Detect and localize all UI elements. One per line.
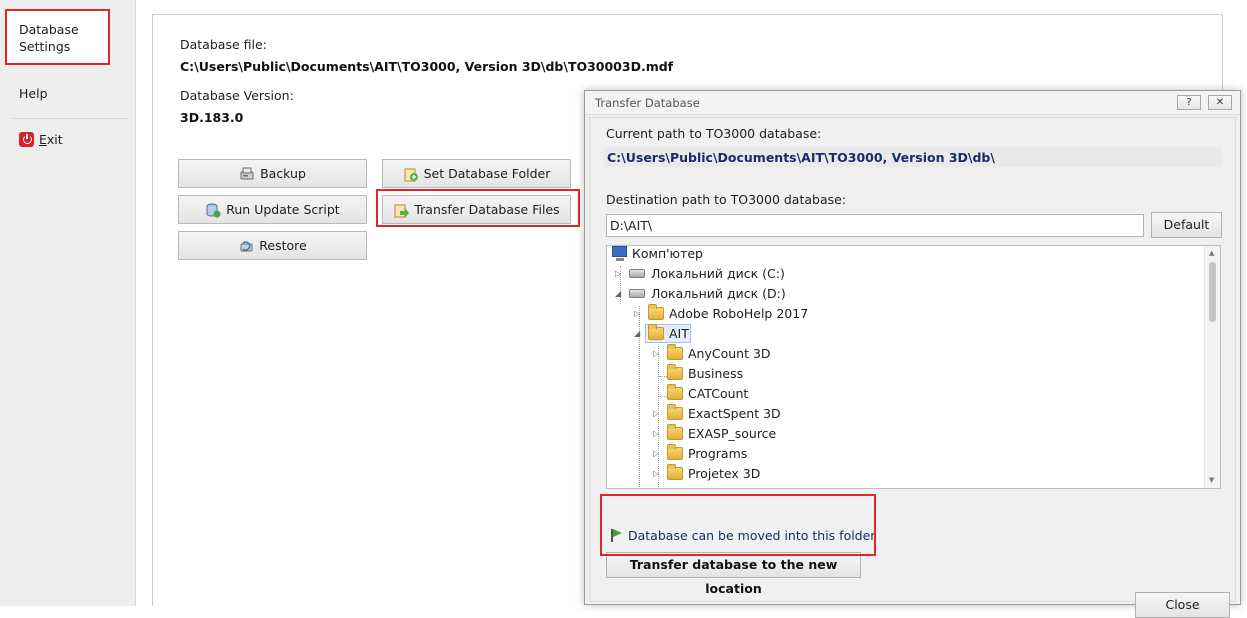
tree-node-label: AnyCount 3D [688,346,771,361]
expand-arrow-icon: ▷ [653,449,660,458]
folder-icon [667,444,683,460]
expand-arrow-icon: ▷ [615,269,622,278]
db-file-value: C:\Users\Public\Documents\AIT\TO3000, Ve… [180,59,674,74]
folder-settings-icon [403,166,419,182]
restore-button[interactable]: Restore [178,231,367,260]
tree-node-label: Комп'ютер [632,246,703,261]
drive-icon [629,269,645,278]
backup-button[interactable]: Backup [178,159,367,188]
restore-icon [238,238,254,254]
folder-icon [667,464,683,480]
tree-node-label: Projetex 3D [688,466,761,481]
default-button[interactable]: Default [1151,212,1222,238]
tree-scrollbar[interactable]: ▲ ▼ [1204,246,1220,488]
sidebar-divider [12,118,128,119]
expand-arrow-icon: ▷ [653,429,660,438]
run-update-script-label: Run Update Script [226,202,340,217]
expand-arrow-icon: ▷ [653,349,660,358]
collapse-arrow-icon: ◢ [615,289,622,298]
highlight-transfer-section [600,494,876,556]
current-path-value: C:\Users\Public\Documents\AIT\TO3000, Ve… [604,147,1222,167]
folder-icon [648,324,664,340]
db-file-label: Database file: [180,37,267,52]
run-update-script-button[interactable]: Run Update Script [178,195,367,224]
folder-icon [667,344,683,360]
scroll-thumb[interactable] [1209,262,1216,322]
sidebar-item-label: Help [19,86,48,101]
folder-tree[interactable]: Комп'ютер ▷ Локальний диск (C:) ◢ Локаль… [606,245,1221,489]
set-database-folder-button[interactable]: Set Database Folder [382,159,571,188]
destination-path-label: Destination path to TO3000 database: [606,192,847,207]
sidebar: Database Settings Help Exit [0,0,136,606]
backup-label: Backup [260,166,306,181]
expand-arrow-icon: ▷ [634,309,641,318]
exit-accesskey: E [39,132,47,147]
drive-icon [629,289,645,298]
sidebar-item-exit[interactable]: Exit [0,131,136,148]
close-button[interactable]: Close [1135,592,1230,618]
highlight-transfer-files [376,189,580,227]
destination-path-input[interactable]: D:\AIT\ [606,214,1144,237]
help-button[interactable]: ? [1177,95,1201,110]
sidebar-item-help[interactable]: Help [0,85,136,102]
collapse-arrow-icon: ◢ [634,329,641,338]
tree-node-label: Локальний диск (C:) [651,266,785,281]
dialog-close-x-button[interactable]: ✕ [1208,95,1232,110]
tree-node-label: Локальний диск (D:) [651,286,786,301]
tree-node-label: EXASP_source [688,426,777,441]
scroll-up-icon[interactable]: ▲ [1209,249,1214,257]
folder-icon [667,404,683,420]
power-icon [19,132,34,147]
sidebar-item-label: Database Settings [19,22,79,54]
tree-node-label: ExactSpent 3D [688,406,781,421]
db-version-value: 3D.183.0 [180,110,244,125]
db-version-label: Database Version: [180,88,294,103]
dialog-title: Transfer Database [595,96,700,110]
tree-node-label: CATCount [688,386,749,401]
tree-guide [659,396,667,397]
sidebar-item-database-settings[interactable]: Database Settings [5,9,110,65]
current-path-label: Current path to TO3000 database: [606,126,822,141]
expand-arrow-icon: ▷ [653,469,660,478]
folder-icon [648,304,664,320]
set-database-folder-label: Set Database Folder [423,166,551,181]
dialog-titlebar: Transfer Database ? ✕ [585,91,1240,115]
tree-node-label: Programs [688,446,748,461]
tree-guide [659,376,667,377]
exit-label-rest: xit [46,132,63,147]
database-update-icon [205,202,221,218]
folder-icon [667,384,683,400]
tree-node-label: AIT [669,326,689,341]
tree-node-label: Adobe RoboHelp 2017 [669,306,809,321]
restore-label: Restore [259,238,307,253]
folder-icon [667,364,683,380]
tree-node-label: Business [688,366,744,381]
scroll-down-icon[interactable]: ▼ [1209,476,1214,484]
expand-arrow-icon: ▷ [653,409,660,418]
folder-icon [667,424,683,440]
computer-icon [612,246,627,261]
disk-icon [239,166,255,182]
